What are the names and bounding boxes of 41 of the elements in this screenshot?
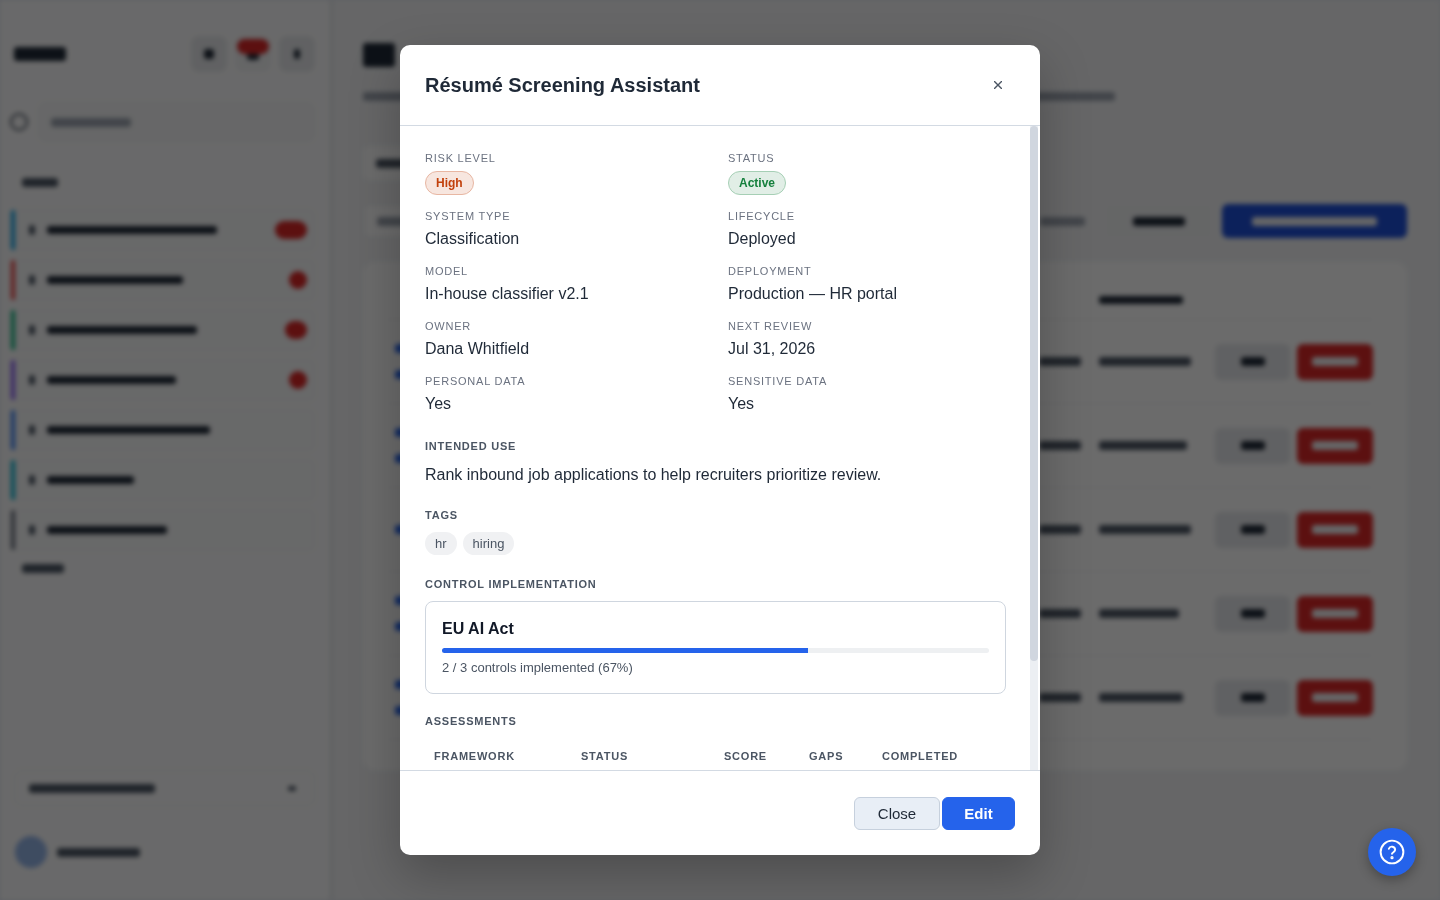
- scrollbar-thumb[interactable]: [1030, 126, 1038, 661]
- field-value: Classification: [425, 229, 521, 249]
- close-button[interactable]: Close: [854, 796, 940, 830]
- column-header: FRAMEWORK: [434, 749, 515, 763]
- tag-chip: hiring: [462, 532, 515, 555]
- help-icon: [1379, 839, 1405, 865]
- field-value: Production — HR portal: [728, 284, 898, 304]
- section-label: CONTROL IMPLEMENTATION: [425, 577, 598, 591]
- field-label: OWNER: [425, 319, 472, 333]
- section-label: ASSESSMENTS: [425, 714, 518, 728]
- scrollbar[interactable]: [1030, 126, 1038, 770]
- column-header: STATUS: [581, 749, 628, 763]
- field-value: Yes: [728, 394, 756, 414]
- field-value: Deployed: [728, 229, 797, 249]
- field-label: DEPLOYMENT: [728, 264, 813, 278]
- edit-button[interactable]: Edit: [942, 796, 1015, 830]
- close-icon: [994, 81, 1002, 89]
- intended-use-text: Rank inbound job applications to help recruiters prioritize review.: [425, 465, 883, 485]
- field-value: Yes: [425, 394, 453, 414]
- tag-chip: hr: [425, 532, 457, 555]
- framework-name: EU AI Act: [442, 619, 515, 639]
- field-label: PERSONAL DATA: [425, 374, 527, 388]
- field-label: MODEL: [425, 264, 469, 278]
- field-value: Dana Whitfield: [425, 339, 531, 359]
- field-label: RISK LEVEL: [425, 151, 497, 165]
- field-label: LIFECYCLE: [728, 209, 796, 223]
- column-header: GAPS: [809, 749, 844, 763]
- modal-title: Résumé Screening Assistant: [425, 73, 700, 97]
- field-value: In-house classifier v2.1: [425, 284, 590, 304]
- column-header: SCORE: [724, 749, 767, 763]
- section-label: TAGS: [425, 508, 459, 522]
- field-label: SYSTEM TYPE: [425, 209, 512, 223]
- status-badge: Active: [728, 171, 787, 195]
- section-label: INTENDED USE: [425, 439, 518, 453]
- status-badge: High: [425, 171, 474, 195]
- field-label: SENSITIVE DATA: [728, 374, 828, 388]
- field-label: NEXT REVIEW: [728, 319, 814, 333]
- progress-caption: 2 / 3 controls implemented (67%): [442, 659, 634, 677]
- column-header: COMPLETED: [882, 749, 958, 763]
- field-value: Jul 31, 2026: [728, 339, 817, 359]
- field-label: STATUS: [728, 151, 776, 165]
